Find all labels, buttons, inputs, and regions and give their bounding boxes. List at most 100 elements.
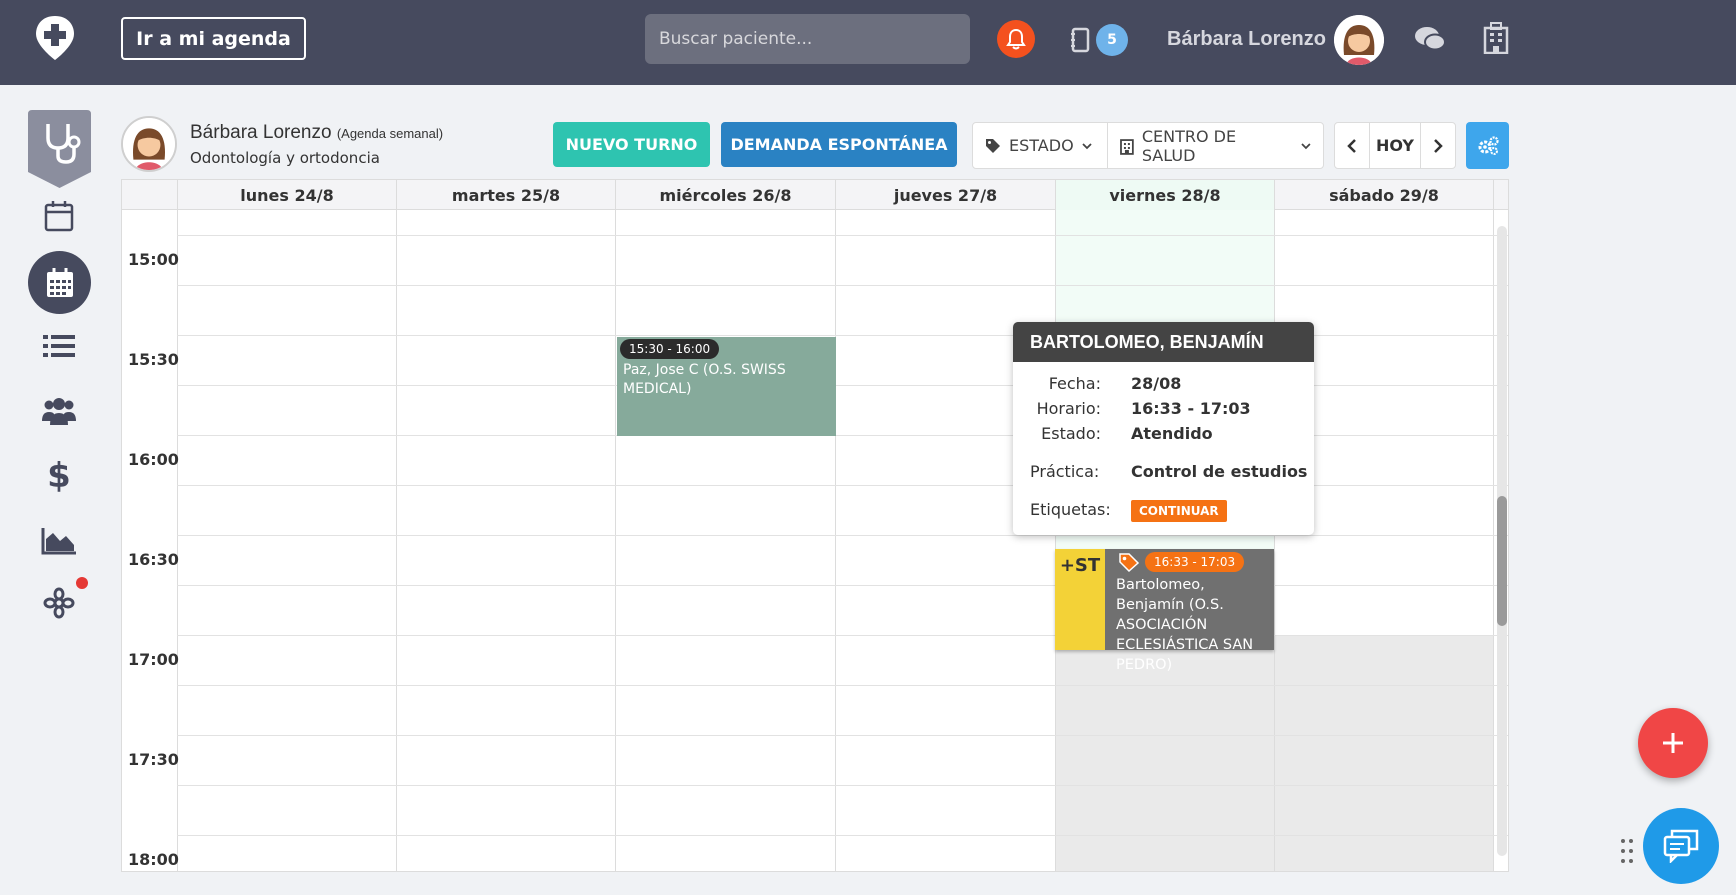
tag-icon <box>1119 553 1140 572</box>
support-chat-button[interactable] <box>1643 808 1719 884</box>
header-scroll-spacer <box>1493 180 1508 210</box>
day-header-tuesday[interactable]: martes 25/8 <box>396 180 615 210</box>
chevron-down-icon <box>1301 142 1311 149</box>
grid-line <box>177 235 1508 236</box>
time-label: 18:00 <box>128 850 179 869</box>
plus-icon <box>1663 733 1683 753</box>
appointment-time: 15:30 - 16:00 <box>620 339 720 359</box>
appointment-bartolomeo[interactable]: +ST 16:33 - 17:03 Bartolomeo, Benjamín (… <box>1055 549 1274 673</box>
chevron-right-icon <box>1434 138 1443 153</box>
network-icon[interactable] <box>40 587 78 619</box>
top-bar: Ir a mi agenda 5 Bárbara Lorenzo <box>0 0 1736 85</box>
unavailable-block <box>1274 636 1493 871</box>
grid-line <box>177 635 1508 636</box>
tag-icon <box>986 138 1000 153</box>
appointment-time: 16:33 - 17:03 <box>1145 552 1245 572</box>
grid-line <box>396 210 397 871</box>
week-navigation: HOY <box>1334 122 1456 169</box>
time-label: 17:30 <box>128 750 179 769</box>
status-label: Estado: <box>1041 424 1101 443</box>
grid-line <box>615 210 616 871</box>
appointment-paz[interactable]: 15:30 - 16:00 Paz, Jose C (O.S. SWISS ME… <box>617 337 836 436</box>
grid-line <box>177 685 1508 686</box>
day-header-friday[interactable]: viernes 28/8 <box>1055 180 1274 210</box>
calendar-scrollbar-thumb[interactable] <box>1497 496 1507 626</box>
doctor-name-text: Bárbara Lorenzo <box>190 122 332 143</box>
dollar-icon[interactable]: $ <box>40 456 78 496</box>
grid-line <box>1274 210 1275 871</box>
grid-line <box>177 285 1508 286</box>
grid-line <box>177 785 1508 786</box>
calendar-header: lunes 24/8 martes 25/8 miércoles 26/8 ju… <box>122 180 1508 210</box>
chat-icon[interactable] <box>1414 24 1446 54</box>
previous-week-button[interactable] <box>1335 123 1369 168</box>
grid-line <box>177 835 1508 836</box>
appointment-patient: Paz, Jose C (O.S. SWISS MEDICAL) <box>623 362 786 397</box>
day-header-wednesday[interactable]: miércoles 26/8 <box>615 180 835 210</box>
grid-line <box>177 735 1508 736</box>
doctor-avatar <box>121 116 177 172</box>
building-icon[interactable] <box>1483 22 1509 55</box>
status-filter-dropdown[interactable]: ESTADO <box>973 123 1107 168</box>
health-center-filter-dropdown[interactable]: CENTRO DE SALUD <box>1107 123 1323 168</box>
time-label: 15:00 <box>128 250 179 269</box>
popover-title: BARTOLOMEO, BENJAMÍN <box>1013 322 1314 362</box>
tags-label: Etiquetas: <box>1030 500 1111 519</box>
day-header-saturday[interactable]: sábado 29/8 <box>1274 180 1493 210</box>
tag-continuar[interactable]: CONTINUAR <box>1131 500 1227 522</box>
drag-handle-icon[interactable] <box>1620 838 1634 864</box>
grid-line <box>835 210 836 871</box>
health-center-filter-label: CENTRO DE SALUD <box>1141 126 1237 165</box>
time-label: 16:00 <box>128 450 179 469</box>
today-button[interactable]: HOY <box>1369 123 1421 168</box>
next-week-button[interactable] <box>1421 123 1455 168</box>
day-header-monday[interactable]: lunes 24/8 <box>177 180 396 210</box>
calendar-icon[interactable] <box>40 200 78 232</box>
grid-line <box>177 535 1508 536</box>
notifications-bell-icon[interactable] <box>997 20 1035 58</box>
time-label: 15:30 <box>128 350 179 369</box>
practice-value: Control de estudios <box>1131 462 1308 481</box>
list-icon[interactable] <box>40 330 78 362</box>
agenda-view-label: (Agenda semanal) <box>336 126 444 141</box>
time-label: 17:00 <box>128 650 179 669</box>
users-icon[interactable] <box>40 395 78 427</box>
weekly-calendar-icon[interactable] <box>28 251 91 314</box>
user-name[interactable]: Bárbara Lorenzo <box>1167 28 1326 51</box>
chart-area-icon[interactable] <box>40 525 78 557</box>
time-label: Horario: <box>1036 399 1101 418</box>
chat-bubbles-icon <box>1663 829 1699 863</box>
appointment-patient: Bartolomeo, Benjamín (O.S. ASOCIACIÓN EC… <box>1116 577 1254 673</box>
building-small-icon <box>1120 138 1134 155</box>
add-fab-button[interactable] <box>1638 708 1708 778</box>
grid-line <box>177 585 1508 586</box>
search-patient-input[interactable] <box>645 14 970 64</box>
spontaneous-demand-button[interactable]: DEMANDA ESPONTÁNEA <box>721 122 957 167</box>
doctor-specialty: Odontología y ortodoncia <box>190 149 380 167</box>
new-appointment-button[interactable]: NUEVO TURNO <box>553 122 710 167</box>
grid-line <box>177 210 178 871</box>
appointment-popover: BARTOLOMEO, BENJAMÍN Fecha: 28/08 Horari… <box>1013 322 1314 535</box>
notebook-icon[interactable] <box>1070 27 1090 53</box>
notebook-count-badge[interactable]: 5 <box>1096 24 1128 56</box>
chevron-left-icon <box>1347 138 1356 153</box>
time-value: 16:33 - 17:03 <box>1131 399 1251 418</box>
stethoscope-icon[interactable] <box>28 110 91 188</box>
practice-label: Práctica: <box>1030 462 1100 481</box>
grid-line <box>1493 210 1494 871</box>
gears-icon <box>1478 135 1499 155</box>
chevron-down-icon <box>1082 142 1092 149</box>
appointment-prefix: +ST <box>1055 549 1105 650</box>
notification-dot <box>76 577 88 589</box>
app-logo-icon[interactable] <box>34 14 76 62</box>
status-value: Atendido <box>1131 424 1213 443</box>
day-header-thursday[interactable]: jueves 27/8 <box>835 180 1055 210</box>
user-avatar[interactable] <box>1334 15 1384 65</box>
grid-line <box>1055 210 1056 871</box>
date-label: Fecha: <box>1048 374 1101 393</box>
time-label: 16:30 <box>128 550 179 569</box>
settings-button[interactable] <box>1466 122 1509 169</box>
status-filter-label: ESTADO <box>1009 136 1074 155</box>
go-to-agenda-button[interactable]: Ir a mi agenda <box>121 17 306 60</box>
filter-group: ESTADO CENTRO DE SALUD <box>972 122 1324 169</box>
